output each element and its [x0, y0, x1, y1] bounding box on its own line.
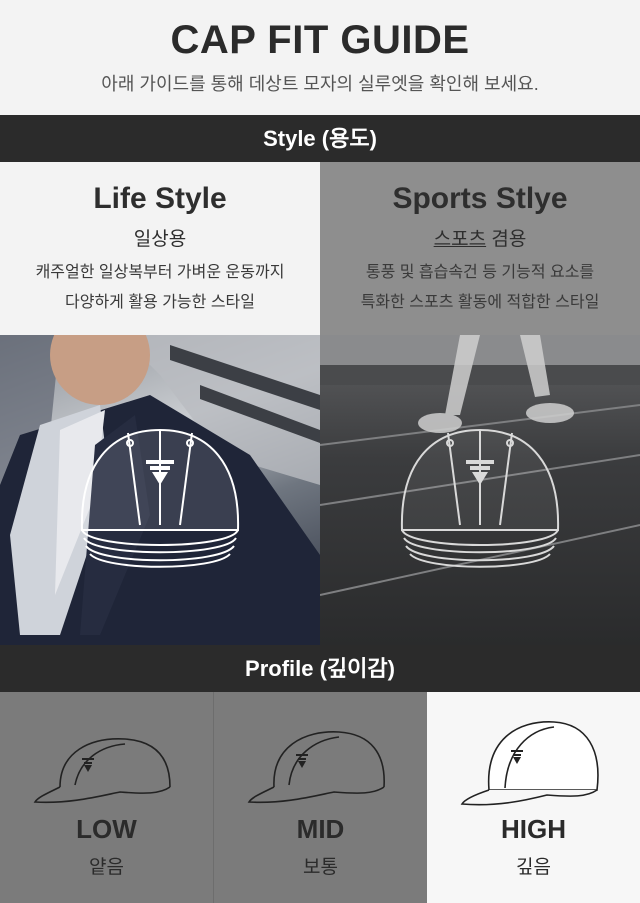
life-style-desc-line2: 다양하게 활용 가능한 스타일: [65, 294, 255, 311]
cap-low-icon: [33, 738, 171, 804]
page-subtitle: 아래 가이드를 통해 데상트 모자의 실루엣을 확인해 보세요.: [101, 74, 539, 94]
profile-mid-korean: 보통: [303, 857, 338, 878]
header: CAP FIT GUIDE 아래 가이드를 통해 데상트 모자의 실루엣을 확인…: [0, 0, 640, 115]
sports-style-korean-underlined: 스포츠: [433, 229, 487, 250]
life-style-photo: [0, 335, 320, 645]
profile-high-korean: 깊음: [516, 857, 551, 878]
profile-mid-label: MID: [296, 814, 345, 844]
cap-outline-icon: [400, 428, 560, 568]
sports-style-description: 통풍 및 흡습속건 등 기능적 요소를 특화한 스포츠 활동에 적합한 스타일: [320, 258, 640, 318]
sports-style-desc-line2: 특화한 스포츠 활동에 적합한 스타일: [360, 294, 600, 311]
life-style-title: Life Style: [93, 182, 227, 215]
profile-low-korean: 얕음: [89, 857, 124, 878]
sports-style-title: Sports Stlye: [392, 182, 568, 215]
sports-style-korean-rest: 겸용: [486, 229, 527, 250]
sports-style-photo-illustration: [320, 335, 640, 596]
life-style-korean: 일상용: [133, 229, 187, 250]
life-style-description: 캐주얼한 일상복부터 가벼운 운동까지 다양하게 활용 가능한 스타일: [0, 258, 320, 318]
cap-mid-icon: [247, 731, 385, 804]
sports-style-panel: Sports Stlye 스포츠 겸용 통풍 및 흡습속건 등 기능적 요소를 …: [320, 162, 640, 335]
sports-style-korean: 스포츠 겸용: [320, 224, 640, 251]
style-section-bar: Style (용도): [0, 115, 640, 162]
profile-mid-panel: MID 보통: [213, 692, 427, 903]
life-style-photo-illustration: [0, 335, 320, 645]
cap-high-icon: [460, 721, 599, 806]
sports-style-desc-line1: 통풍 및 흡습속건 등 기능적 요소를: [365, 264, 595, 281]
life-style-desc-line1: 캐주얼한 일상복부터 가벼운 운동까지: [35, 264, 285, 281]
profile-low-label: LOW: [76, 814, 137, 844]
profile-section-bar: Profile (깊이감): [0, 645, 640, 692]
profile-low-panel: LOW 얕음: [0, 692, 213, 903]
sports-style-photo: [320, 335, 640, 645]
page-title: CAP FIT GUIDE: [170, 18, 470, 62]
life-style-panel: Life Style 일상용 캐주얼한 일상복부터 가벼운 운동까지 다양하게 …: [0, 162, 320, 335]
profile-high-panel: HIGH 깊음: [427, 692, 640, 903]
profile-high-label: HIGH: [501, 814, 566, 844]
